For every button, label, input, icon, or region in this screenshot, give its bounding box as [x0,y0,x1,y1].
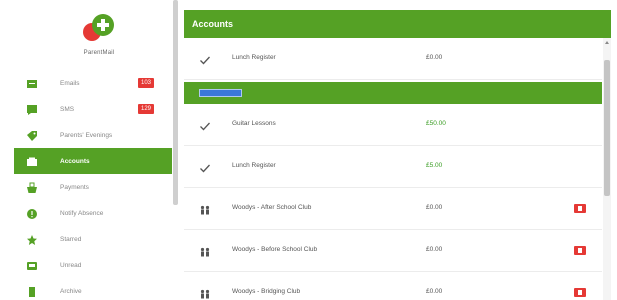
section-tag[interactable] [199,89,242,97]
account-row[interactable]: Woodys - Bridging Club £0.00 [184,272,602,300]
delete-icon[interactable] [574,204,586,213]
account-name: Woodys - Bridging Club [232,288,301,295]
message-icon [27,105,37,115]
alert-icon [27,209,37,219]
sidebar: ParentMail Emails 103 SMS 129 Parents' Eveni… [14,0,178,300]
mail-icon [27,80,37,88]
sidebar-item-icon [26,103,38,115]
sidebar-item-icon [26,207,38,219]
account-row[interactable]: Woodys - After School Club £0.00 [184,188,602,230]
app-window: ParentMail Emails 103 SMS 129 Parents' Eveni… [0,0,617,300]
sidebar-item-label: Emails [60,79,80,87]
sidebar-item-emails[interactable]: Emails 103 [14,70,172,96]
sidebar-nav: Emails 103 SMS 129 Parents' Evenings Accounts… [14,70,172,300]
sidebar-item-label: Parents' Evenings [60,131,113,139]
archive-icon [29,287,35,297]
sidebar-item-label: Starred [60,235,82,243]
section-header [184,82,602,104]
logo-icon [83,14,114,41]
children-icon [200,247,210,257]
accounts-list: Lunch Register £0.00 Guitar Lessons £50.00 L… [184,38,602,300]
children-icon [200,289,210,299]
sidebar-item-icon [26,155,38,167]
basket-icon [27,182,37,193]
account-row[interactable]: Lunch Register £0.00 [184,38,602,80]
sidebar-item-label: SMS [60,105,75,113]
logo: ParentMail [14,0,174,72]
sidebar-item-sms[interactable]: SMS 129 [14,96,172,122]
sidebar-item-parents-evenings[interactable]: Parents' Evenings [14,122,172,148]
account-name: Lunch Register [232,54,276,61]
sidebar-item-label: Notify Absence [60,209,104,217]
sidebar-item-icon [26,77,38,89]
sidebar-item-label: Payments [60,183,89,191]
check-icon [200,56,210,65]
page-title: Accounts [184,10,611,38]
unread-count-badge: 129 [138,104,155,114]
row-status [199,245,210,257]
account-amount: £0.00 [426,54,443,61]
sidebar-item-notify-absence[interactable]: Notify Absence [14,200,172,226]
accounts-panel: Accounts Lunch Register £0.00 Guitar Lesso… [184,10,611,300]
list-scrollbar[interactable] [603,38,611,300]
account-row[interactable]: Guitar Lessons £50.00 [184,104,602,146]
sidebar-item-unread[interactable]: Unread [14,252,172,278]
account-amount: £50.00 [426,120,446,127]
logo-text: ParentMail [83,50,115,56]
scroll-up-icon[interactable] [605,41,609,44]
account-row[interactable]: Woodys - Before School Club £0.00 [184,230,602,272]
sidebar-item-accounts[interactable]: Accounts [14,148,172,174]
delete-icon[interactable] [574,246,586,255]
check-icon [200,164,210,173]
sidebar-item-label: Unread [60,261,82,269]
account-amount: £0.00 [426,246,443,253]
row-status [199,119,210,131]
scrollbar-thumb[interactable] [604,60,610,196]
row-status [199,53,210,65]
inbox-icon [27,262,37,270]
sidebar-item-icon [26,259,38,271]
tag-icon [27,131,37,141]
sidebar-item-icon [26,129,38,141]
star-icon [27,235,37,245]
sidebar-item-icon [26,181,38,193]
account-amount: £0.00 [426,288,443,295]
wallet-icon [27,157,37,166]
sidebar-item-label: Archive [60,287,82,295]
sidebar-item-payments[interactable]: Payments [14,174,172,200]
row-status [199,161,210,173]
account-amount: £0.00 [426,204,443,211]
sidebar-item-label: Accounts [60,157,90,165]
children-icon [200,205,210,215]
account-name: Guitar Lessons [232,120,276,127]
account-name: Woodys - Before School Club [232,246,318,253]
row-status [199,287,210,299]
row-status [199,203,210,215]
sidebar-scrollbar[interactable] [173,0,178,205]
sidebar-item-icon [26,233,38,245]
check-icon [200,122,210,131]
unread-count-badge: 103 [138,78,155,88]
sidebar-item-archive[interactable]: Archive [14,278,172,300]
sidebar-item-icon [26,285,38,297]
account-row[interactable]: Lunch Register £5.00 [184,146,602,188]
sidebar-item-starred[interactable]: Starred [14,226,172,252]
account-amount: £5.00 [426,162,443,169]
account-name: Lunch Register [232,162,276,169]
delete-icon[interactable] [574,288,586,297]
account-name: Woodys - After School Club [232,204,312,211]
